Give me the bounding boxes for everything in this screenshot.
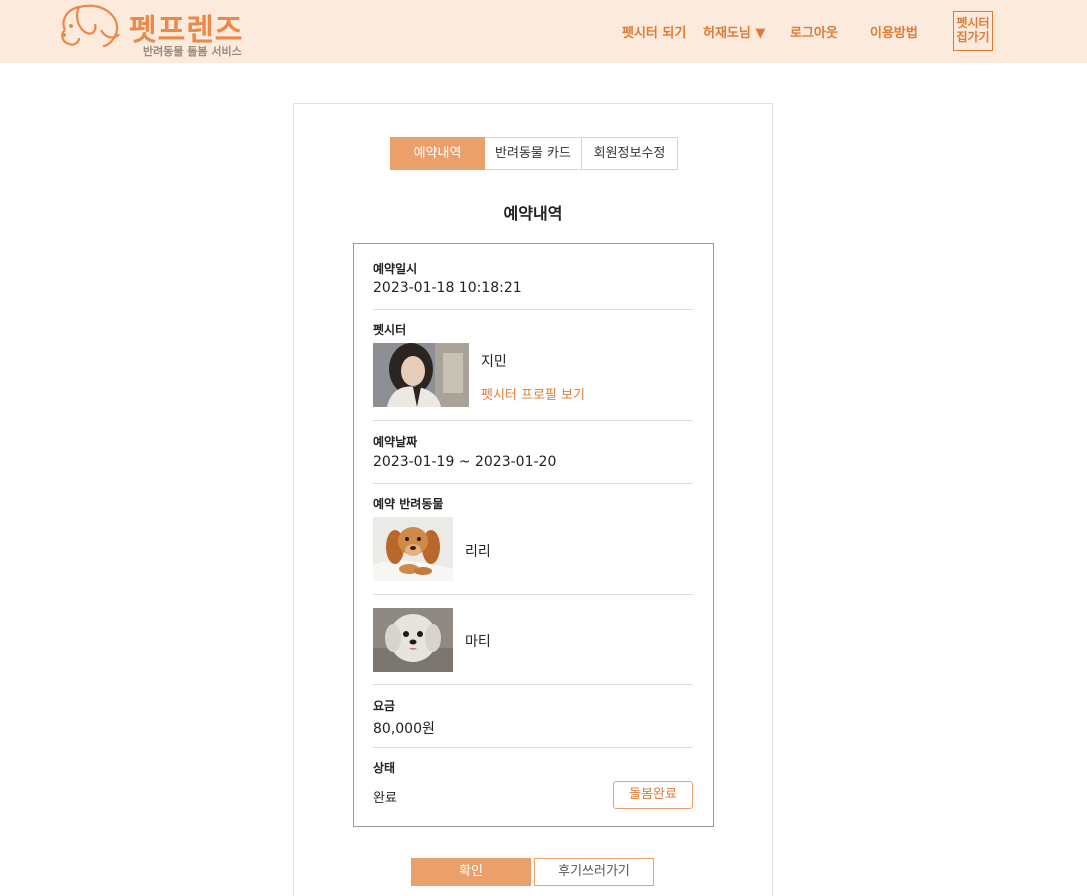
write-review-button[interactable]: 후기쓰러가기 (534, 858, 654, 886)
status-label: 상태 (373, 761, 396, 775)
divider (373, 594, 693, 595)
sitter-label: 펫시터 (373, 323, 407, 337)
pet-photo (373, 608, 453, 672)
divider (373, 420, 693, 421)
datetime-value: 2023-01-18 10:18:21 (373, 280, 522, 296)
care-complete-button[interactable]: 돌봄완료 (613, 781, 693, 809)
section-title: 예약내역 (503, 204, 563, 223)
tab-reservations[interactable]: 예약내역 (390, 137, 485, 170)
sitter-photo (373, 343, 469, 407)
nav-how-to-use[interactable]: 이용방법 (870, 22, 918, 41)
nav-sitter-home-button[interactable]: 펫시터 집가기 (953, 11, 993, 51)
pet-name: 리리 (465, 544, 491, 560)
datetime-label: 예약일시 (373, 262, 418, 276)
pets-label: 예약 반려동물 (373, 497, 444, 511)
sitter-profile-link[interactable]: 펫시터 프로필 보기 (481, 384, 585, 403)
sitter-name: 지민 (481, 354, 507, 370)
status-value: 완료 (373, 791, 397, 806)
date-label: 예약날짜 (373, 435, 418, 449)
reservation-card: 예약일시 2023-01-18 10:18:21 펫시터 지민 펫시터 프로필 … (353, 243, 714, 827)
dog-icon (61, 4, 120, 48)
mypage-panel: 예약내역 반려동물 카드 회원정보수정 예약내역 예약일시 2023-01-18… (293, 103, 773, 896)
pet-name: 마티 (465, 634, 491, 650)
divider (373, 309, 693, 310)
tab-pet-cards[interactable]: 반려동물 카드 (485, 137, 582, 170)
divider (373, 684, 693, 685)
logo-subtitle: 반려동물 돌봄 서비스 (143, 45, 242, 58)
pet-photo (373, 517, 453, 581)
fee-value: 80,000원 (373, 721, 435, 737)
divider (373, 483, 693, 484)
nav-become-sitter[interactable]: 펫시터 되기 (622, 22, 686, 41)
top-header: 펫프렌즈 반려동물 돌봄 서비스 펫시터 되기 허재도님 ▼ 로그아웃 이용방법… (0, 0, 1087, 63)
mypage-tabs: 예약내역 반려동물 카드 회원정보수정 (390, 137, 678, 170)
logo[interactable]: 펫프렌즈 반려동물 돌봄 서비스 (57, 2, 257, 60)
date-value: 2023-01-19 ~ 2023-01-20 (373, 454, 557, 470)
nav-logout[interactable]: 로그아웃 (790, 22, 838, 41)
divider (373, 747, 693, 748)
tab-edit-profile[interactable]: 회원정보수정 (582, 137, 678, 170)
fee-label: 요금 (373, 699, 396, 713)
confirm-button[interactable]: 확인 (411, 858, 531, 886)
nav-user-menu[interactable]: 허재도님 ▼ (703, 22, 765, 41)
